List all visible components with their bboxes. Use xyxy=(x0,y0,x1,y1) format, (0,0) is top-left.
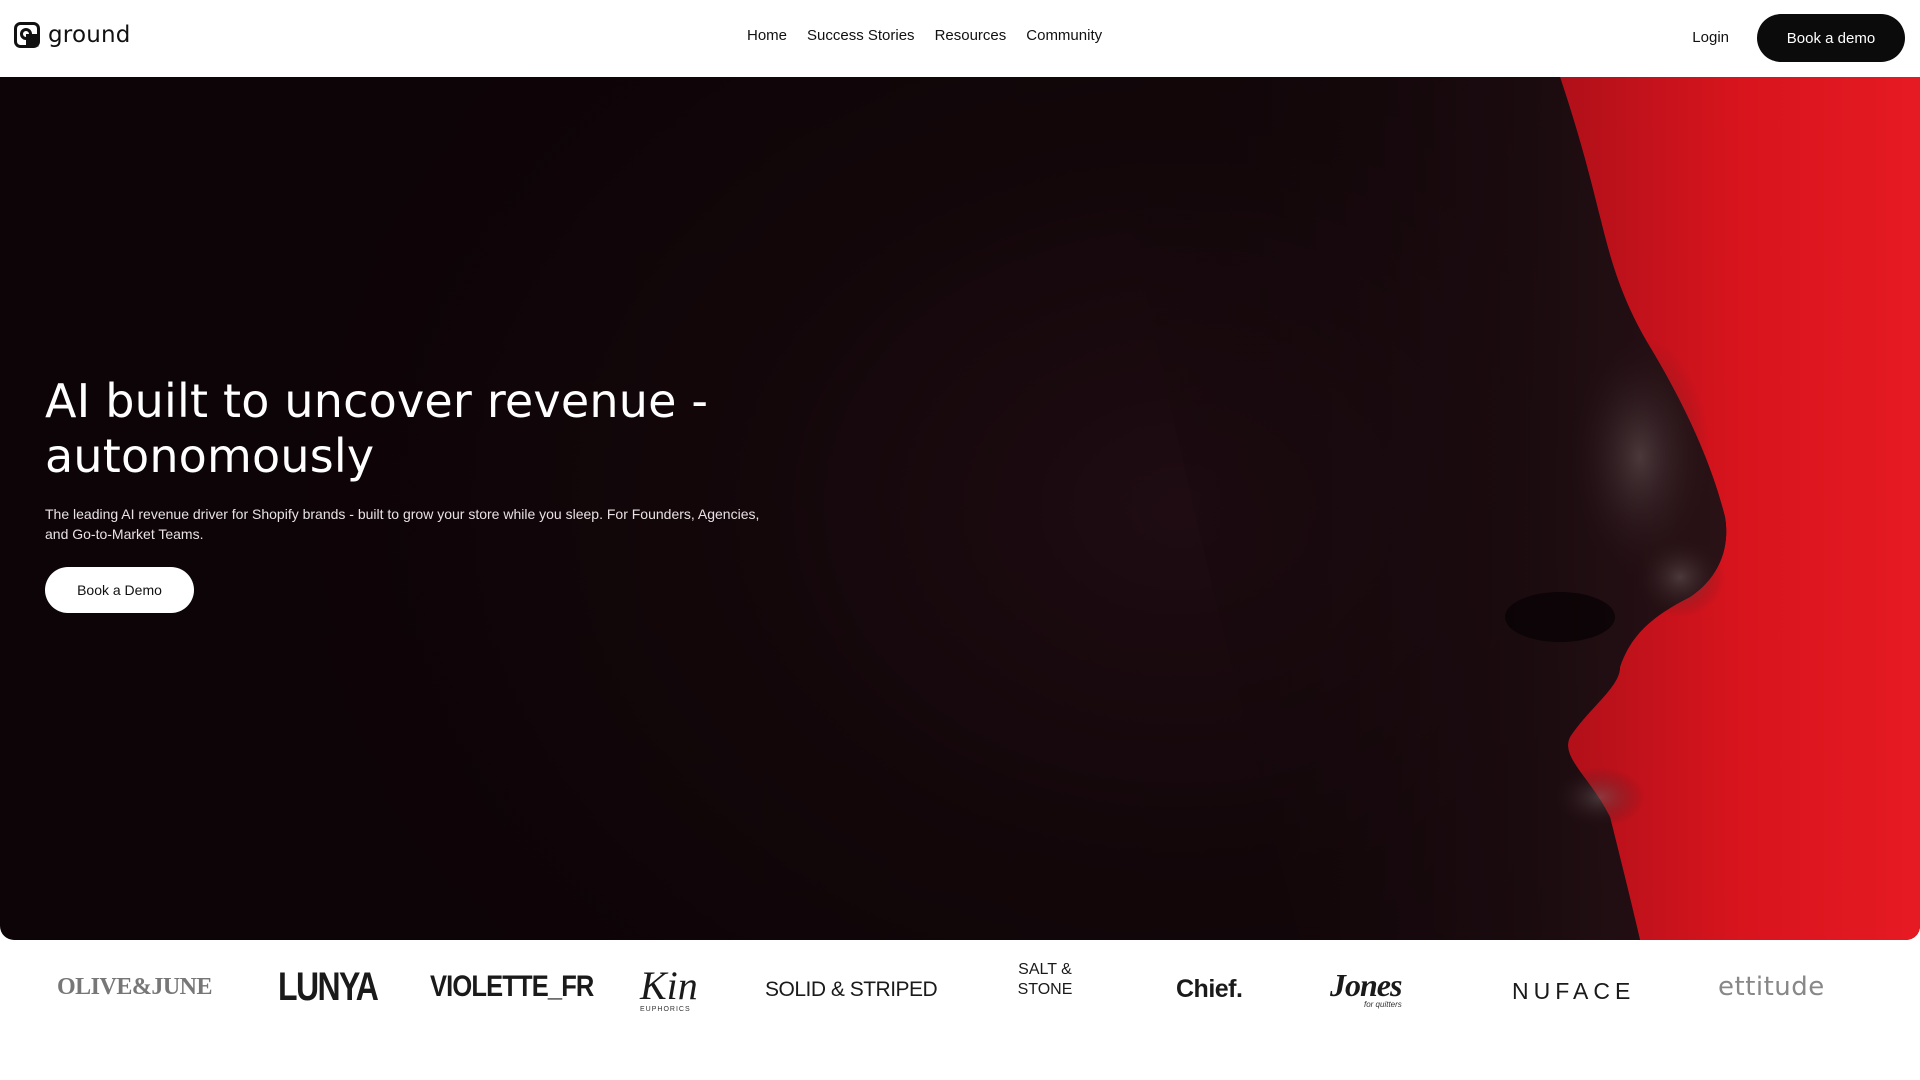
logos-fade-left xyxy=(0,940,40,1080)
logo-violette-fr: VIOLETTE_FR xyxy=(430,970,594,1003)
hero-content: AI built to uncover revenue - autonomous… xyxy=(45,374,965,614)
ground-logo-icon xyxy=(14,22,40,48)
hero-book-demo-button[interactable]: Book a Demo xyxy=(45,567,194,614)
nav-home[interactable]: Home xyxy=(747,27,787,44)
logo-olive-june: OLIVE&JUNE xyxy=(57,974,213,1000)
nav-resources[interactable]: Resources xyxy=(935,27,1007,44)
logo-ettitude: ettitude xyxy=(1718,972,1825,1002)
logo-jones-subtitle: for quitters xyxy=(1364,1000,1402,1009)
nav-community[interactable]: Community xyxy=(1026,27,1102,44)
login-link[interactable]: Login xyxy=(1692,29,1729,46)
logo-nuface: NUFACE xyxy=(1512,978,1636,1004)
book-demo-button[interactable]: Book a demo xyxy=(1757,14,1905,62)
site-header: ground Home Success Stories Resources Co… xyxy=(0,0,1920,77)
logo-text: ground xyxy=(48,22,131,48)
logo-kin-subtitle: EUPHORICS xyxy=(640,1006,691,1013)
brand-logo[interactable]: ground xyxy=(14,22,131,48)
logo-lunya: LUNYA xyxy=(278,965,379,1009)
logo-chief: Chief. xyxy=(1176,975,1243,1003)
logo-jones: Jones xyxy=(1330,967,1402,1003)
main-nav: Home Success Stories Resources Community xyxy=(747,27,1102,44)
hero-subtitle: The leading AI revenue driver for Shopif… xyxy=(45,506,760,543)
logo-kin: Kin xyxy=(640,963,698,1008)
logo-solid-striped: SOLID & STRIPED xyxy=(765,978,938,1001)
customer-logos-strip xyxy=(0,940,1920,1080)
logos-fade-right xyxy=(1840,940,1920,1080)
hero-title: AI built to uncover revenue - autonomous… xyxy=(45,374,709,484)
logo-salt-stone: SALT & STONE xyxy=(1017,961,1073,998)
nav-success-stories[interactable]: Success Stories xyxy=(807,27,915,44)
hero-section: AI built to uncover revenue - autonomous… xyxy=(0,77,1920,940)
